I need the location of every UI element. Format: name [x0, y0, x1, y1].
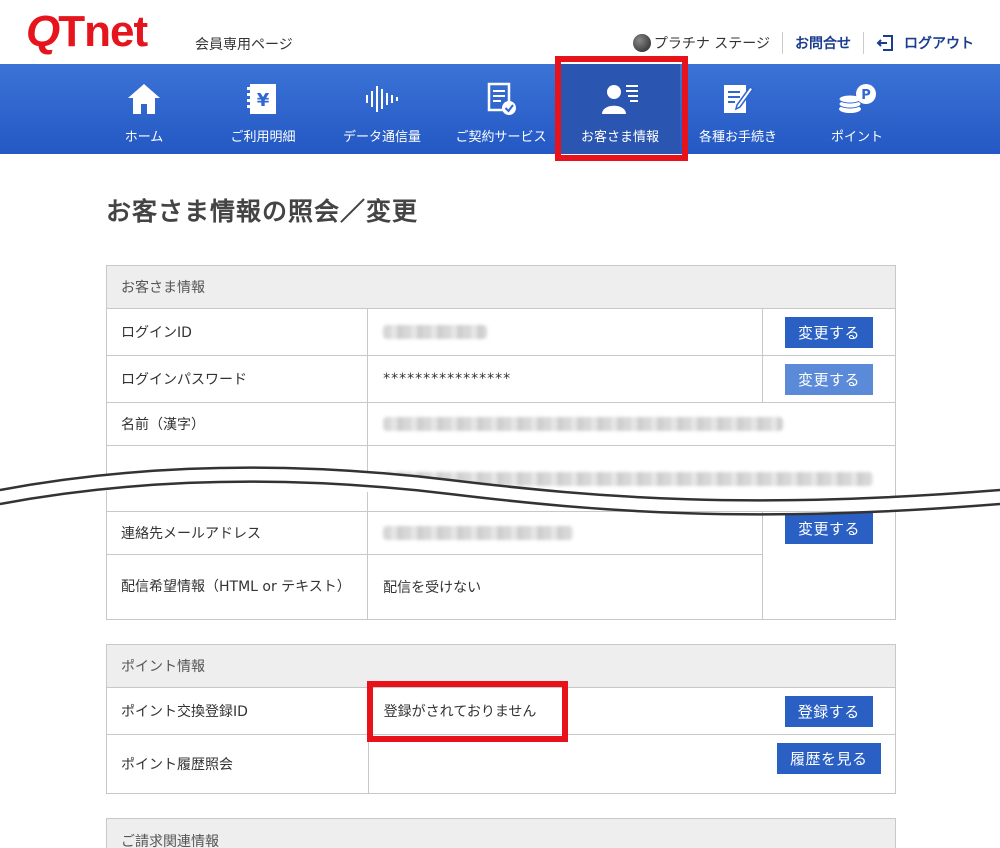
logo-net: Tnet [58, 7, 148, 56]
svg-text:P: P [861, 88, 871, 103]
blurred-name [383, 417, 784, 431]
page-cut-wave [0, 466, 1000, 516]
highlight-nav-customer-info [555, 56, 688, 161]
blurred-login-id [383, 325, 488, 339]
view-point-history-button[interactable]: 履歴を見る [777, 743, 881, 774]
waveform-icon [366, 86, 398, 112]
member-stage: プラチナ ステージ [632, 33, 782, 53]
register-point-id-button[interactable]: 登録する [784, 695, 873, 727]
nav-procedures-label: 各種お手続き [698, 130, 777, 145]
coins-icon: P [838, 84, 876, 113]
svg-text:¥: ¥ [257, 90, 270, 111]
main-nav: ホーム ¥ ご利用明細 データ通信量 ご契約サービス お客さま情報 各種お手続き… [0, 64, 1000, 154]
point-exchange-id-label: ポイント交換登録ID [106, 687, 369, 735]
nav-contract-services[interactable]: ご契約サービス [441, 64, 561, 154]
point-history-value [367, 734, 763, 794]
members-page-label: 会員専用ページ [195, 37, 293, 53]
page-title: お客さま情報の照会／変更 [106, 197, 419, 226]
table-row: ポイント履歴照会 履歴を見る [106, 734, 896, 794]
nav-data-usage-label: データ通信量 [342, 130, 421, 145]
platinum-stage-icon [632, 34, 651, 52]
customer-info-section-title: お客さま情報 [106, 265, 896, 309]
bill-icon: ¥ [247, 84, 276, 114]
login-password-value: **************** [367, 355, 764, 403]
point-history-label: ポイント履歴照会 [106, 734, 369, 794]
change-login-id-button[interactable]: 変更する [785, 316, 874, 348]
delivery-preference-value: 配信を受けない [367, 554, 764, 620]
nav-billing-label: ご利用明細 [230, 130, 296, 145]
name-kanji-value [367, 402, 896, 446]
table-row: 名前（漢字） [105, 402, 896, 446]
table-row: ログインパスワード **************** 変更する [105, 355, 896, 403]
logout-label: ログアウト [904, 36, 974, 52]
nav-home-label: ホーム [124, 130, 164, 145]
name-kanji-label: 名前（漢字） [105, 402, 369, 446]
stage-label: プラチナ ステージ [653, 36, 770, 52]
nav-home[interactable]: ホーム [84, 64, 204, 154]
nav-points[interactable]: P ポイント [797, 64, 917, 154]
nav-contract-label: ご契約サービス [455, 130, 547, 145]
highlight-not-registered [367, 681, 568, 742]
login-password-label: ログインパスワード [105, 355, 369, 403]
contract-icon [487, 82, 516, 115]
home-icon [128, 84, 160, 114]
point-history-action: 履歴を見る [762, 734, 896, 794]
edit-doc-icon [724, 85, 755, 113]
qtnet-logo[interactable]: Q Tnet [26, 7, 148, 56]
login-id-action: 変更する [762, 308, 896, 356]
customer-info-table: お客さま情報 ログインID 変更する ログインパスワード ***********… [105, 265, 896, 620]
delivery-preference-label: 配信希望情報（HTML or テキスト） [105, 554, 369, 620]
nav-points-label: ポイント [830, 130, 883, 145]
billing-info-table: ご請求関連情報 [106, 818, 896, 848]
table-row: ログインID 変更する [105, 308, 896, 356]
site-header: Q Tnet 会員専用ページ プラチナ ステージ お問合せ ログアウト [0, 0, 1000, 64]
nav-billing-details[interactable]: ¥ ご利用明細 [203, 64, 323, 154]
login-password-action: 変更する [762, 355, 896, 403]
logo-q: Q [26, 7, 60, 56]
nav-procedures[interactable]: 各種お手続き [678, 64, 798, 154]
header-links: プラチナ ステージ お問合せ ログアウト [632, 32, 974, 54]
login-id-label: ログインID [105, 308, 369, 356]
logout-icon [876, 35, 893, 51]
change-password-button[interactable]: 変更する [785, 363, 874, 395]
logout-link[interactable]: ログアウト [864, 33, 974, 53]
nav-data-usage[interactable]: データ通信量 [322, 64, 442, 154]
login-id-value [367, 308, 764, 356]
contact-link[interactable]: お問合せ [783, 33, 863, 53]
point-exchange-id-action: 登録する [762, 687, 896, 735]
billing-section-title: ご請求関連情報 [106, 818, 896, 848]
